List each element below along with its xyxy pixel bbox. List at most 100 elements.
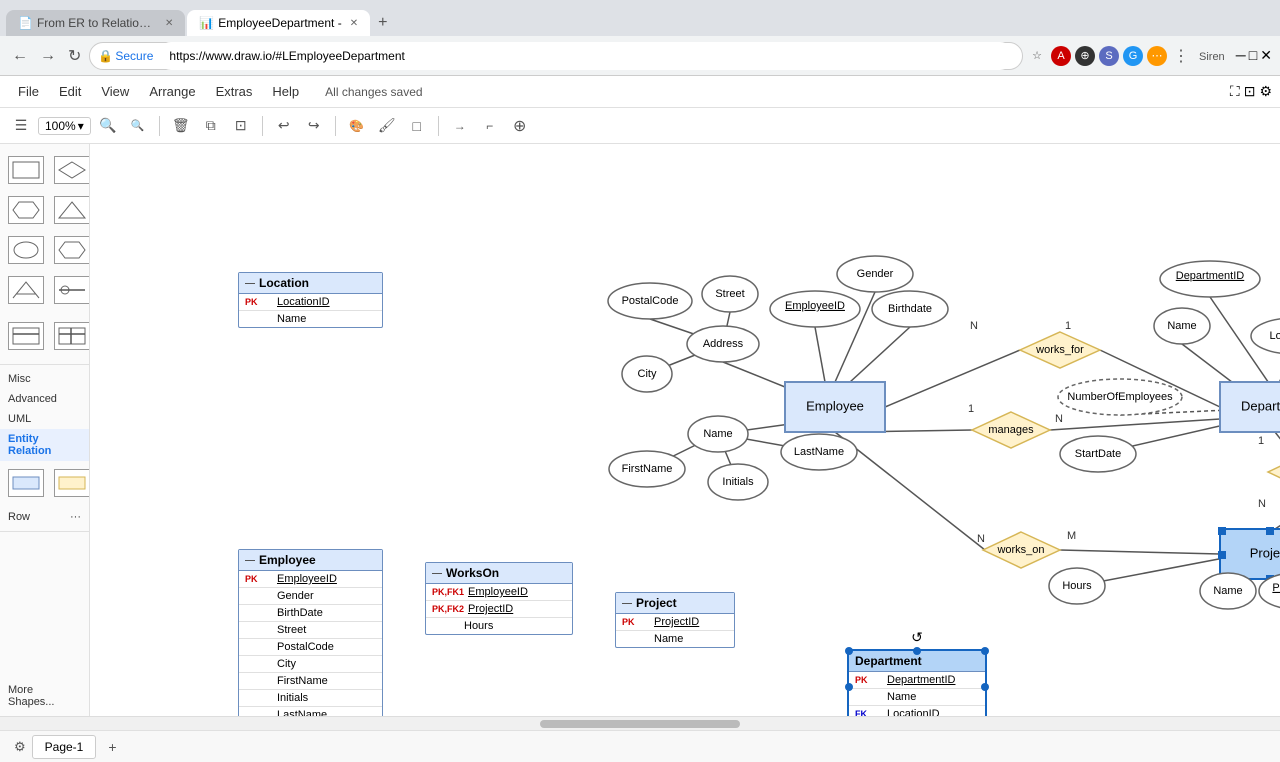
attr-projid[interactable] (1259, 573, 1280, 609)
relation-worksfor[interactable] (1020, 332, 1100, 368)
attr-initials[interactable] (708, 464, 768, 500)
resize-tr[interactable] (981, 647, 989, 655)
shape-basic-1[interactable] (4, 152, 48, 190)
menu-file[interactable]: File (8, 80, 49, 103)
tab1-close[interactable]: ✕ (165, 18, 173, 29)
shape-basic-5[interactable] (4, 232, 48, 270)
er-shape-1[interactable] (4, 465, 48, 503)
attr-locations[interactable] (1251, 318, 1280, 354)
minimize-button[interactable]: ─ (1236, 47, 1246, 63)
bookmark-icon[interactable]: ☆ (1027, 46, 1047, 66)
tab-1[interactable]: 📄 From ER to Relational M... ✕ (6, 10, 185, 36)
page-tab-1[interactable]: Page-1 (32, 735, 97, 759)
more-shapes-button[interactable]: More Shapes... (0, 680, 89, 712)
attr-deptname[interactable] (1154, 308, 1210, 344)
undo-button[interactable]: ↩ (271, 113, 297, 139)
ext2-icon[interactable]: ⊕ (1075, 46, 1095, 66)
attr-startdate[interactable] (1060, 436, 1136, 472)
proj-handle-bm[interactable] (1266, 575, 1274, 583)
fill-button[interactable]: 🖌 (374, 113, 400, 139)
redo-button[interactable]: ↪ (301, 113, 327, 139)
proj-handle-tm[interactable] (1266, 527, 1274, 535)
ext3-icon[interactable]: S (1099, 46, 1119, 66)
menu-help[interactable]: Help (262, 80, 309, 103)
shape-basic-4[interactable] (50, 192, 90, 230)
panel-toggle-button[interactable]: ⊡ (1244, 83, 1256, 100)
shape-basic-2[interactable] (50, 152, 90, 190)
maximize-button[interactable]: □ (1249, 47, 1257, 63)
tab2-close[interactable]: ✕ (350, 18, 358, 29)
scrollbar-thumb[interactable] (540, 720, 740, 728)
table-department[interactable]: Department PK DepartmentID Name FK Locat… (847, 649, 987, 716)
zoom-in-button[interactable]: 🔍 (95, 113, 121, 139)
attr-name-emp[interactable] (688, 416, 748, 452)
attr-city[interactable] (622, 356, 672, 392)
attr-firstname[interactable] (609, 451, 685, 487)
menu-icon[interactable]: ⋮ (1171, 46, 1191, 66)
new-tab-button[interactable]: + (370, 10, 395, 36)
er-shape-2[interactable] (50, 465, 90, 503)
add-page-button[interactable]: + (100, 735, 124, 759)
shape-basic-6[interactable] (50, 232, 90, 270)
zoom-out-button[interactable]: 🔍 (125, 113, 151, 139)
reload-button[interactable]: ↻ (64, 44, 85, 68)
sidebar-uml[interactable]: UML (0, 409, 89, 429)
sidebar-misc[interactable]: Misc (0, 369, 89, 389)
canvas-area[interactable]: — Location PK LocationID Name — Employee… (90, 144, 1280, 716)
sidebar-entity-relation[interactable]: Entity Relation (0, 429, 89, 461)
page-config-button[interactable]: ⚙ (8, 737, 32, 757)
proj-handle-ml[interactable] (1218, 551, 1226, 559)
shape-table-1[interactable] (4, 318, 48, 356)
proj-handle-bl[interactable] (1218, 575, 1226, 583)
shape-basic-3[interactable] (4, 192, 48, 230)
attr-lastname[interactable] (781, 434, 857, 470)
entity-department[interactable] (1220, 382, 1280, 432)
sidebar-row[interactable]: Row ··· (0, 507, 89, 527)
attr-birthdate[interactable] (872, 291, 948, 327)
table-employee[interactable]: — Employee PK EmployeeID Gender BirthDat… (238, 549, 383, 716)
shape-basic-7[interactable] (4, 272, 48, 310)
resize-ml[interactable] (845, 683, 853, 691)
copy-button[interactable]: ⧉ (198, 113, 224, 139)
proj-handle-tl[interactable] (1218, 527, 1226, 535)
table-workson[interactable]: — WorksOn PK,FK1 EmployeeID PK,FK2 Proje… (425, 562, 573, 635)
settings-button[interactable]: ⚙ (1259, 83, 1272, 100)
menu-view[interactable]: View (91, 80, 139, 103)
attr-projname[interactable] (1200, 573, 1256, 609)
attr-numemps[interactable] (1058, 379, 1182, 415)
fullscreen-button[interactable]: ⛶ (1230, 83, 1240, 100)
delete-button[interactable]: 🗑 (168, 113, 194, 139)
refresh-icon[interactable]: ↺ (911, 629, 923, 646)
entity-employee[interactable] (785, 382, 885, 432)
sidebar-toggle-button[interactable]: ☰ (8, 113, 34, 139)
attr-postalcode[interactable] (608, 283, 692, 319)
format-button[interactable]: 🎨 (344, 113, 370, 139)
menu-extras[interactable]: Extras (206, 80, 263, 103)
ext1-icon[interactable]: A (1051, 46, 1071, 66)
address-bar[interactable] (157, 42, 1014, 70)
entity-project[interactable] (1220, 529, 1280, 579)
tab-2[interactable]: 📊 EmployeeDepartment - ✕ (187, 10, 370, 36)
attr-deptid[interactable] (1160, 261, 1260, 297)
menu-edit[interactable]: Edit (49, 80, 91, 103)
close-window-button[interactable]: ✕ (1260, 47, 1272, 64)
attr-gender[interactable] (837, 256, 913, 292)
relation-controls[interactable] (1268, 454, 1280, 490)
resize-tl[interactable] (845, 647, 853, 655)
resize-tm[interactable] (913, 647, 921, 655)
sidebar-advanced[interactable]: Advanced (0, 389, 89, 409)
shape-basic-8[interactable] (50, 272, 90, 310)
menu-arrange[interactable]: Arrange (139, 80, 205, 103)
shape-table-2[interactable] (50, 318, 90, 356)
attr-address[interactable] (687, 326, 759, 362)
back-button[interactable]: ← (8, 45, 32, 67)
horizontal-scrollbar[interactable] (0, 716, 1280, 730)
border-button[interactable]: □ (404, 113, 430, 139)
ext5-icon[interactable]: ⋯ (1147, 46, 1167, 66)
table-location[interactable]: — Location PK LocationID Name (238, 272, 383, 328)
paste-button[interactable]: ⊡ (228, 113, 254, 139)
connection-button[interactable]: → (447, 113, 473, 139)
add-button[interactable]: ⊕ (507, 113, 533, 139)
ext4-icon[interactable]: G (1123, 46, 1143, 66)
relation-workson[interactable] (983, 532, 1060, 568)
